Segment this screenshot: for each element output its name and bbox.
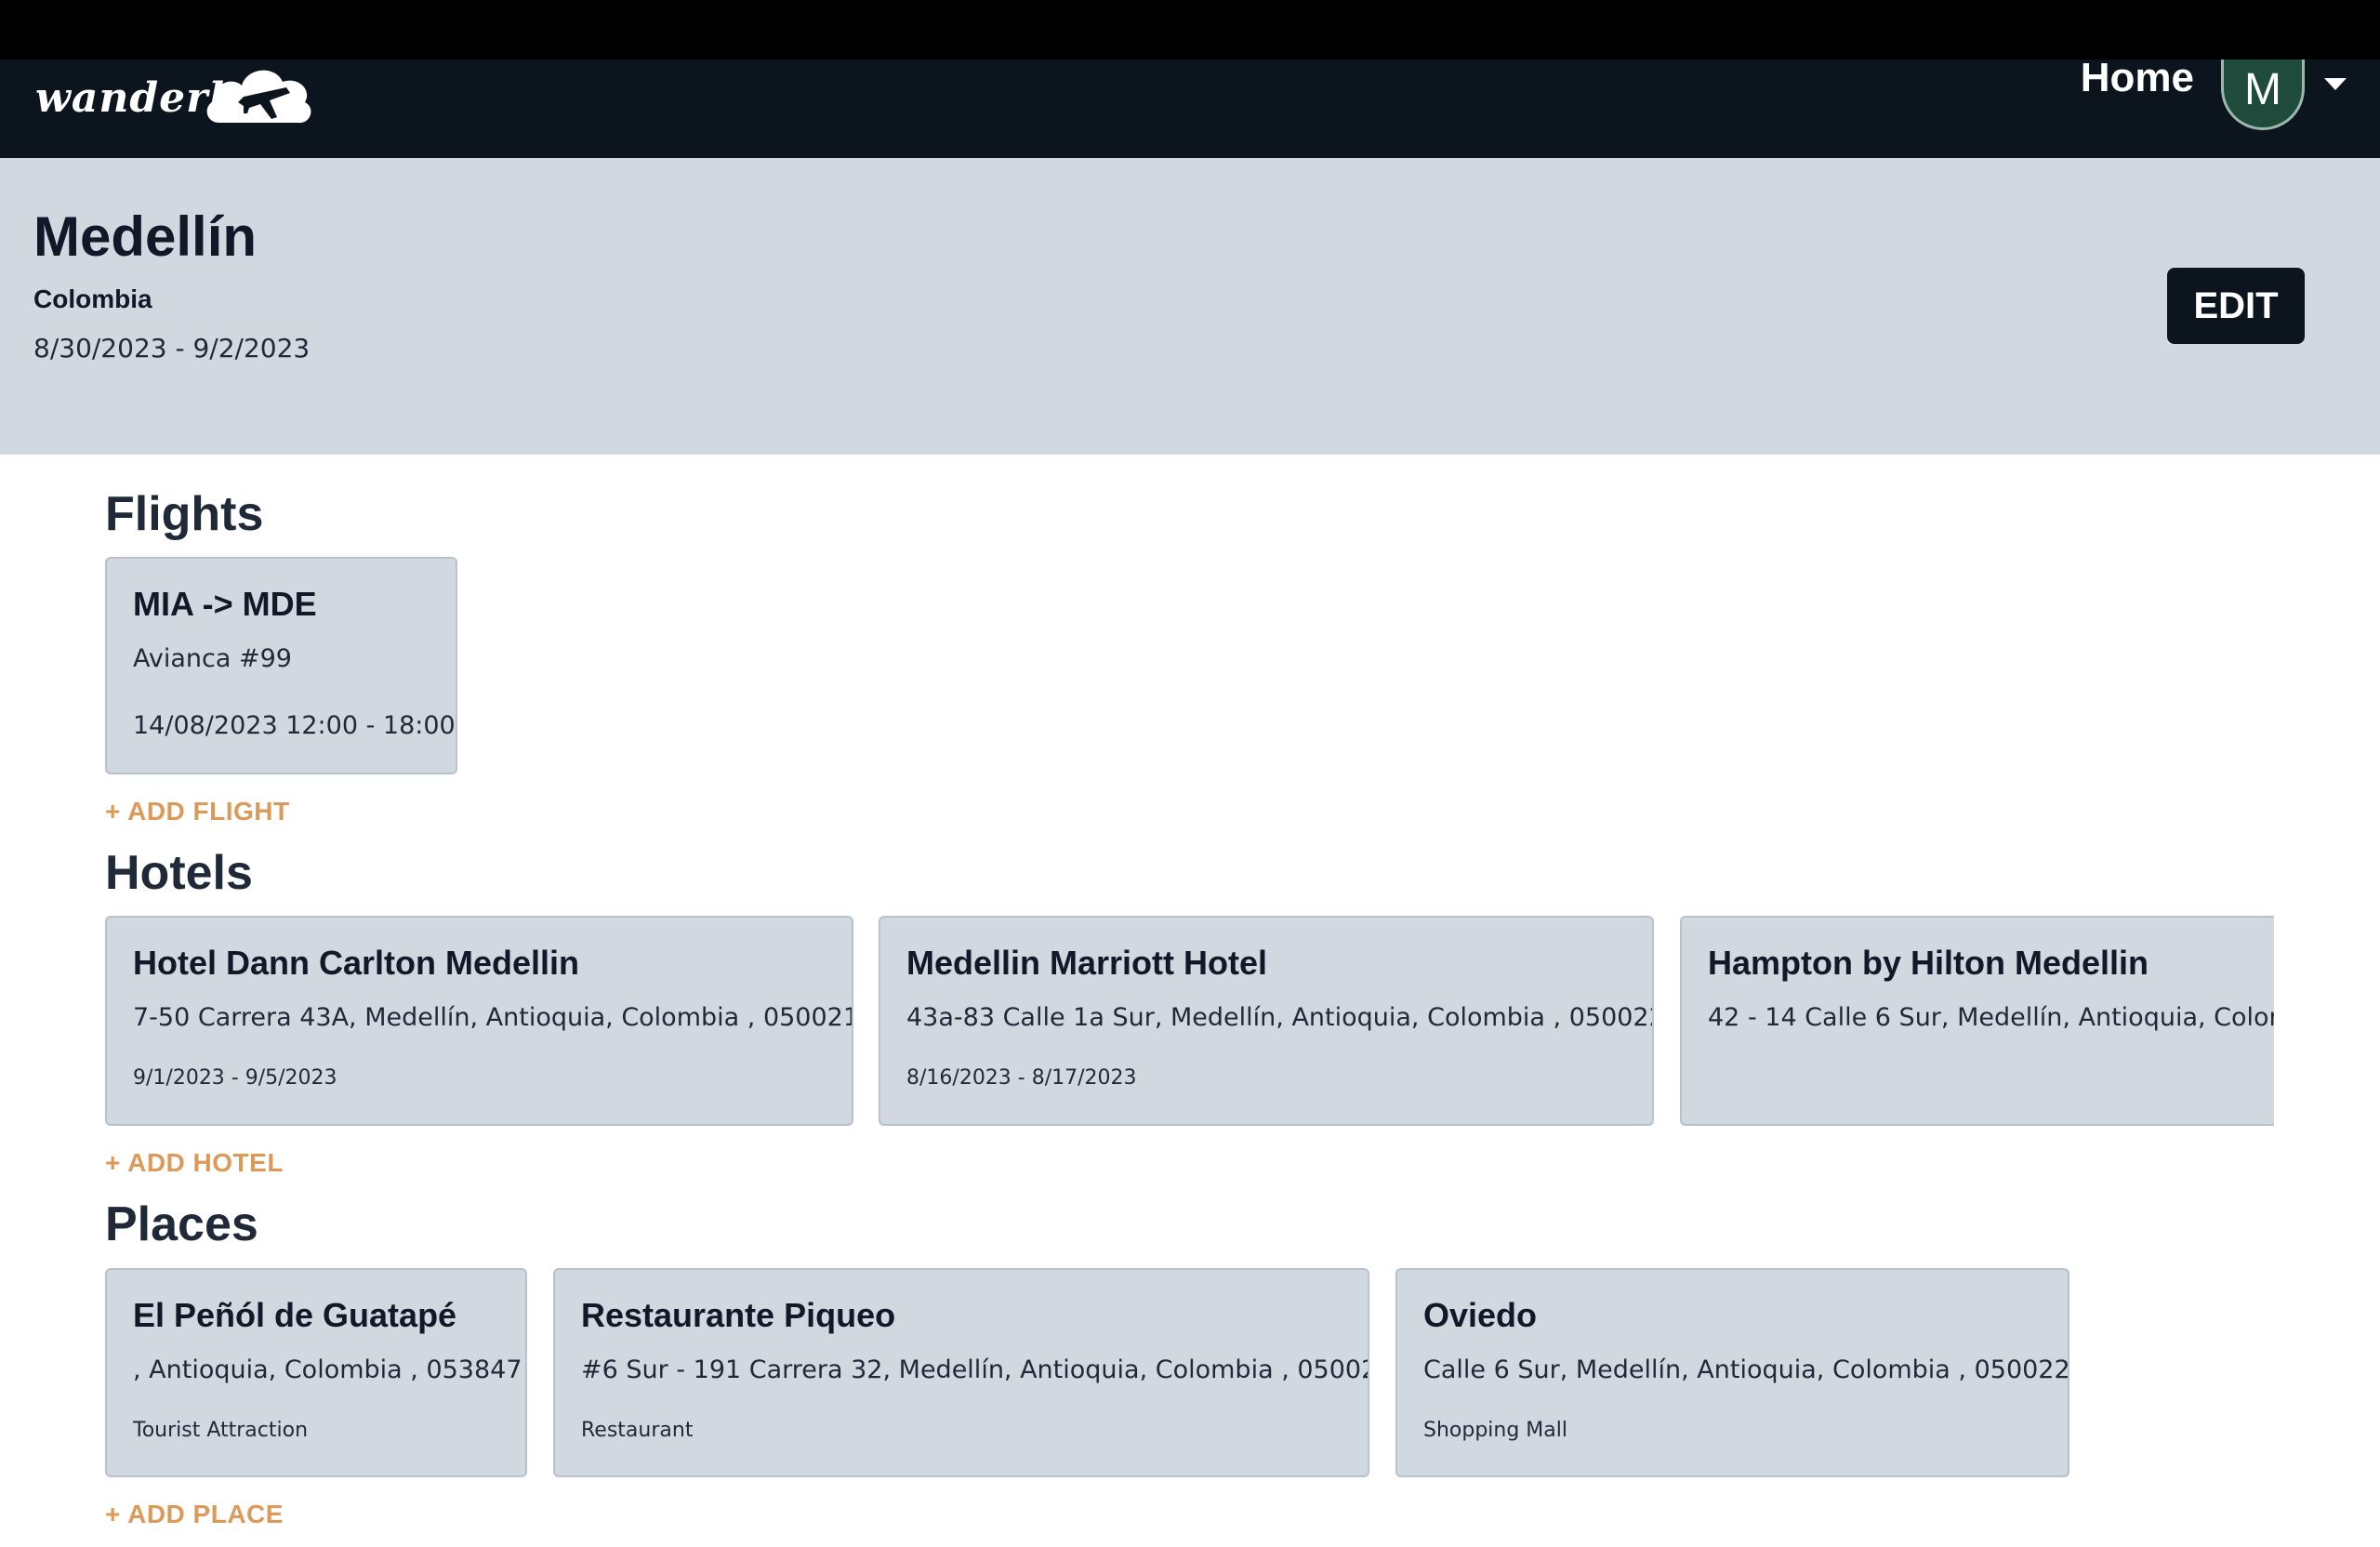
hotel-dates: 8/16/2023 - 8/17/2023 bbox=[906, 1066, 1137, 1090]
hotel-card[interactable]: Hotel Dann Carlton Medellin 7-50 Carrera… bbox=[105, 916, 853, 1126]
hotel-dates: 9/1/2023 - 9/5/2023 bbox=[133, 1066, 337, 1090]
place-name: Oviedo bbox=[1423, 1296, 1538, 1334]
place-name: El Peñól de Guatapé bbox=[133, 1296, 457, 1334]
add-place-button[interactable]: + ADD PLACE bbox=[105, 1500, 284, 1529]
flight-airline: Avianca #99 bbox=[133, 644, 292, 673]
place-card[interactable]: El Peñól de Guatapé , Antioquia, Colombi… bbox=[105, 1268, 527, 1477]
place-card[interactable]: Restaurante Piqueo #6 Sur - 191 Carrera … bbox=[553, 1268, 1369, 1477]
add-flight-button[interactable]: + ADD FLIGHT bbox=[105, 797, 290, 826]
place-address: #6 Sur - 191 Carrera 32, Medellín, Antio… bbox=[581, 1355, 1369, 1384]
hotel-card[interactable]: Medellin Marriott Hotel 43a-83 Calle 1a … bbox=[879, 916, 1654, 1126]
place-category: Shopping Mall bbox=[1423, 1419, 1567, 1442]
place-card[interactable]: Oviedo Calle 6 Sur, Medellín, Antioquia,… bbox=[1395, 1268, 2069, 1477]
chevron-down-icon[interactable] bbox=[2324, 78, 2347, 90]
hotel-address: 43a-83 Calle 1a Sur, Medellín, Antioquia… bbox=[906, 1003, 1654, 1032]
content-area: Flights MIA -> MDE Avianca #99 14/08/202… bbox=[0, 0, 2274, 1547]
flights-heading: Flights bbox=[105, 487, 264, 541]
hotels-heading: Hotels bbox=[105, 846, 253, 900]
place-name: Restaurante Piqueo bbox=[581, 1296, 896, 1334]
hotel-address: 7-50 Carrera 43A, Medellín, Antioquia, C… bbox=[133, 1003, 853, 1032]
hotel-name: Hampton by Hilton Medellin bbox=[1708, 944, 2149, 982]
hotel-card[interactable]: Hampton by Hilton Medellin 42 - 14 Calle… bbox=[1680, 916, 2274, 1126]
place-address: , Antioquia, Colombia , 053847 bbox=[133, 1355, 522, 1384]
hotel-name: Medellin Marriott Hotel bbox=[906, 944, 1268, 982]
add-hotel-button[interactable]: + ADD HOTEL bbox=[105, 1148, 284, 1178]
place-category: Tourist Attraction bbox=[133, 1419, 309, 1442]
flight-route: MIA -> MDE bbox=[133, 585, 317, 623]
flight-card[interactable]: MIA -> MDE Avianca #99 14/08/2023 12:00 … bbox=[105, 557, 457, 774]
hotel-name: Hotel Dann Carlton Medellin bbox=[133, 944, 580, 982]
places-heading: Places bbox=[105, 1197, 258, 1251]
place-address: Calle 6 Sur, Medellín, Antioquia, Colomb… bbox=[1423, 1355, 2069, 1384]
hotel-address: 42 - 14 Calle 6 Sur, Medellín, Antioquia… bbox=[1708, 1003, 2274, 1032]
place-category: Restaurant bbox=[581, 1419, 694, 1442]
flight-time: 14/08/2023 12:00 - 18:00 bbox=[133, 711, 456, 740]
